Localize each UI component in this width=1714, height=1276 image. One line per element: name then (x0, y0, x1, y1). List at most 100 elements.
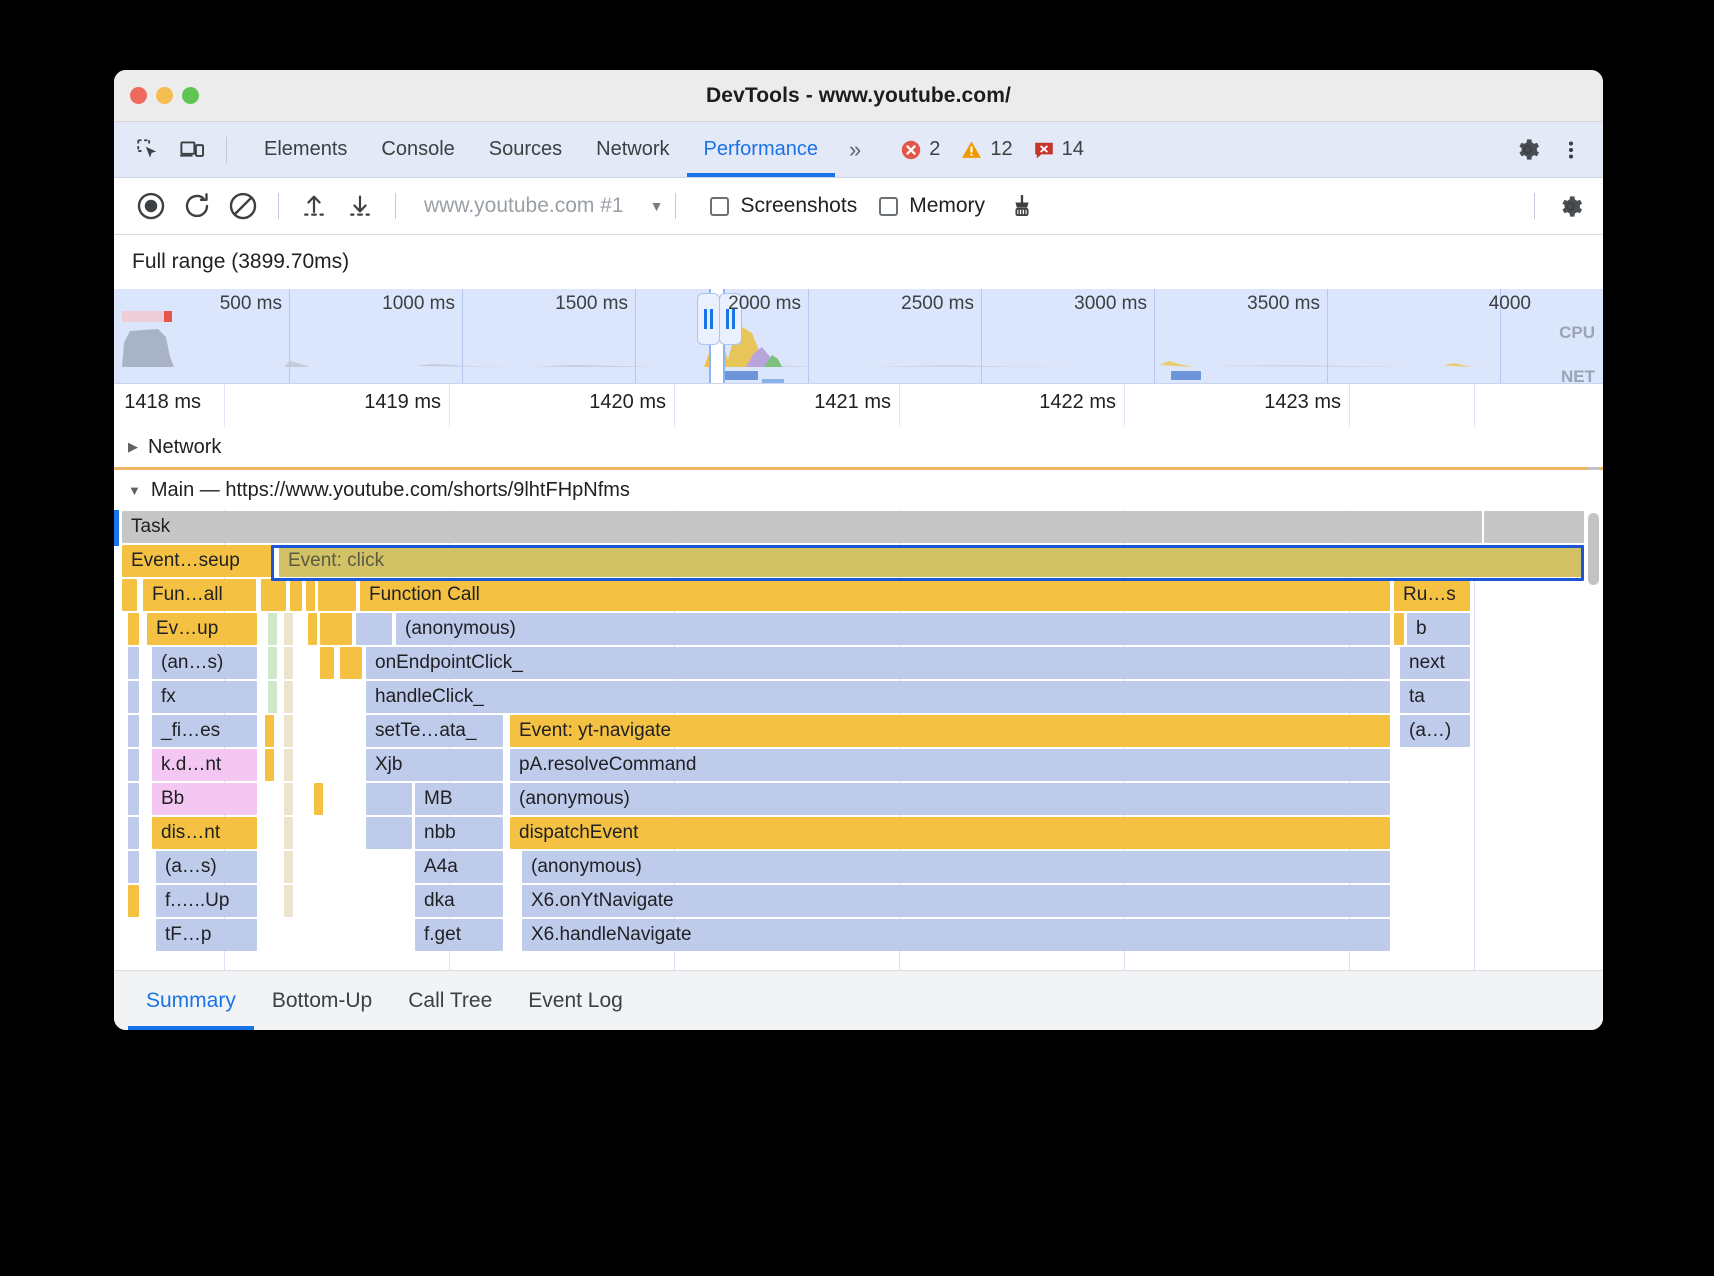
flame-event-anonymous[interactable]: (anonymous) (510, 783, 1390, 815)
flame-event-mb[interactable]: MB (415, 783, 503, 815)
flame-event[interactable] (128, 851, 139, 883)
flame-event-anonymous[interactable]: (anonymous) (522, 851, 1390, 883)
flame-event[interactable] (128, 885, 139, 917)
flame-event-nbb[interactable]: nbb (415, 817, 503, 849)
flame-event[interactable] (268, 681, 277, 713)
flame-event[interactable] (306, 579, 315, 611)
flame-event[interactable] (268, 647, 277, 679)
flame-event[interactable] (128, 817, 139, 849)
screenshots-checkbox[interactable]: Screenshots (710, 194, 857, 218)
flame-event[interactable] (1484, 511, 1584, 543)
flame-event[interactable] (284, 681, 293, 713)
issue-counter[interactable]: 14 (1026, 138, 1091, 161)
more-options-icon[interactable] (1549, 130, 1593, 170)
flame-event[interactable] (320, 613, 352, 645)
flame-chart-tracks[interactable]: ▶ Network ▼ Main — https://www.youtube.c… (114, 427, 1603, 970)
flame-event-tf-p[interactable]: tF…p (156, 919, 257, 951)
tab-network[interactable]: Network (579, 122, 686, 177)
tab-elements[interactable]: Elements (247, 122, 364, 177)
flame-event[interactable] (284, 783, 293, 815)
track-header-network[interactable]: ▶ Network (114, 427, 1603, 467)
flame-event-bb[interactable]: Bb (152, 783, 257, 815)
tab-console[interactable]: Console (364, 122, 471, 177)
flame-event-handleclick[interactable]: handleClick_ (366, 681, 1390, 713)
collect-garbage-icon[interactable] (999, 185, 1045, 227)
flame-event[interactable] (128, 647, 139, 679)
flame-event[interactable] (261, 579, 286, 611)
flame-event[interactable] (265, 749, 274, 781)
inspect-element-icon[interactable] (126, 130, 170, 170)
flame-event-ru-s[interactable]: Ru…s (1394, 579, 1470, 611)
flame-event-event-seup[interactable]: Event…seup (122, 545, 274, 577)
tab-performance[interactable]: Performance (687, 122, 836, 177)
flame-event-x6-onytnavigate[interactable]: X6.onYtNavigate (522, 885, 1390, 917)
flame-event[interactable] (128, 681, 139, 713)
session-selector[interactable]: www.youtube.com #1 ▼ (424, 194, 663, 218)
flame-event-k-d-nt[interactable]: k.d…nt (152, 749, 257, 781)
flame-event-pa-resolvecommand[interactable]: pA.resolveCommand (510, 749, 1390, 781)
flame-event-function-call[interactable]: Function Call (360, 579, 1390, 611)
flame-event[interactable] (366, 783, 412, 815)
flame-event[interactable] (265, 715, 274, 747)
flame-event-event-click[interactable]: Event: click (279, 545, 1584, 577)
flame-chart-rows[interactable]: TaskEvent…seupEvent: click Fun…all Functio… (122, 510, 1603, 970)
flame-event[interactable] (128, 715, 139, 747)
flame-event-dka[interactable]: dka (415, 885, 503, 917)
flame-event[interactable] (314, 783, 323, 815)
tab-summary[interactable]: Summary (128, 971, 254, 1030)
device-toolbar-icon[interactable] (170, 130, 214, 170)
error-counter[interactable]: 2 (893, 138, 947, 161)
flame-event-ta[interactable]: ta (1400, 681, 1470, 713)
flame-event[interactable] (290, 579, 302, 611)
flame-event-fun-all[interactable]: Fun…all (143, 579, 256, 611)
flame-event-f-up[interactable]: f.…..Up (156, 885, 257, 917)
flame-event[interactable] (318, 579, 356, 611)
flame-event-fx[interactable]: fx (152, 681, 257, 713)
tab-call-tree[interactable]: Call Tree (390, 971, 510, 1030)
flame-event[interactable] (128, 613, 139, 645)
clear-button[interactable] (220, 185, 266, 227)
flame-event[interactable] (128, 783, 139, 815)
flame-event[interactable] (284, 715, 293, 747)
flame-event[interactable] (122, 579, 137, 611)
flame-event-an-s[interactable]: (an…s) (152, 647, 257, 679)
flame-event-a[interactable]: (a…) (1400, 715, 1470, 747)
flame-event[interactable] (284, 851, 293, 883)
flame-event-task[interactable]: Task (122, 511, 1482, 543)
flame-event-sette-ata[interactable]: setTe…ata_ (366, 715, 503, 747)
capture-settings-gear-icon[interactable] (1547, 185, 1593, 227)
save-profile-button[interactable] (337, 185, 383, 227)
tab-sources[interactable]: Sources (472, 122, 579, 177)
flame-event[interactable] (128, 749, 139, 781)
flame-event-ev-up[interactable]: Ev…up (147, 613, 257, 645)
flame-event-f-get[interactable]: f.get (415, 919, 503, 951)
settings-gear-icon[interactable] (1505, 130, 1549, 170)
reload-and-record-button[interactable] (174, 185, 220, 227)
load-profile-button[interactable] (291, 185, 337, 227)
flame-event[interactable] (284, 647, 293, 679)
flame-event-a-s[interactable]: (a…s) (156, 851, 257, 883)
flame-event-event-yt-navigate[interactable]: Event: yt-navigate (510, 715, 1390, 747)
flame-event[interactable] (320, 647, 334, 679)
timeline-overview[interactable]: 500 ms 1000 ms 1500 ms 2000 ms 2500 ms 3… (114, 288, 1603, 383)
flame-event-x6-handlenavigate[interactable]: X6.handleNavigate (522, 919, 1390, 951)
tab-event-log[interactable]: Event Log (510, 971, 641, 1030)
flame-event-fi-es[interactable]: _fi…es (152, 715, 257, 747)
tab-bottom-up[interactable]: Bottom-Up (254, 971, 390, 1030)
flame-event[interactable] (284, 749, 293, 781)
flame-event[interactable] (1394, 613, 1404, 645)
warning-counter[interactable]: 12 (953, 138, 1019, 161)
flame-event[interactable] (284, 885, 293, 917)
flame-event[interactable] (366, 817, 412, 849)
flame-event-b[interactable]: b (1407, 613, 1470, 645)
flame-event-a4a[interactable]: A4a (415, 851, 503, 883)
flame-event-dispatchevent[interactable]: dispatchEvent (510, 817, 1390, 849)
tracks-scrollbar-lower[interactable] (1588, 513, 1599, 585)
flame-event[interactable] (340, 647, 362, 679)
flame-event-next[interactable]: next (1400, 647, 1470, 679)
flame-event[interactable] (356, 613, 392, 645)
track-header-main[interactable]: ▼ Main — https://www.youtube.com/shorts/… (114, 470, 1603, 510)
flame-event[interactable] (284, 817, 293, 849)
flame-event[interactable] (308, 613, 317, 645)
flame-event-onendpointclick[interactable]: onEndpointClick_ (366, 647, 1390, 679)
